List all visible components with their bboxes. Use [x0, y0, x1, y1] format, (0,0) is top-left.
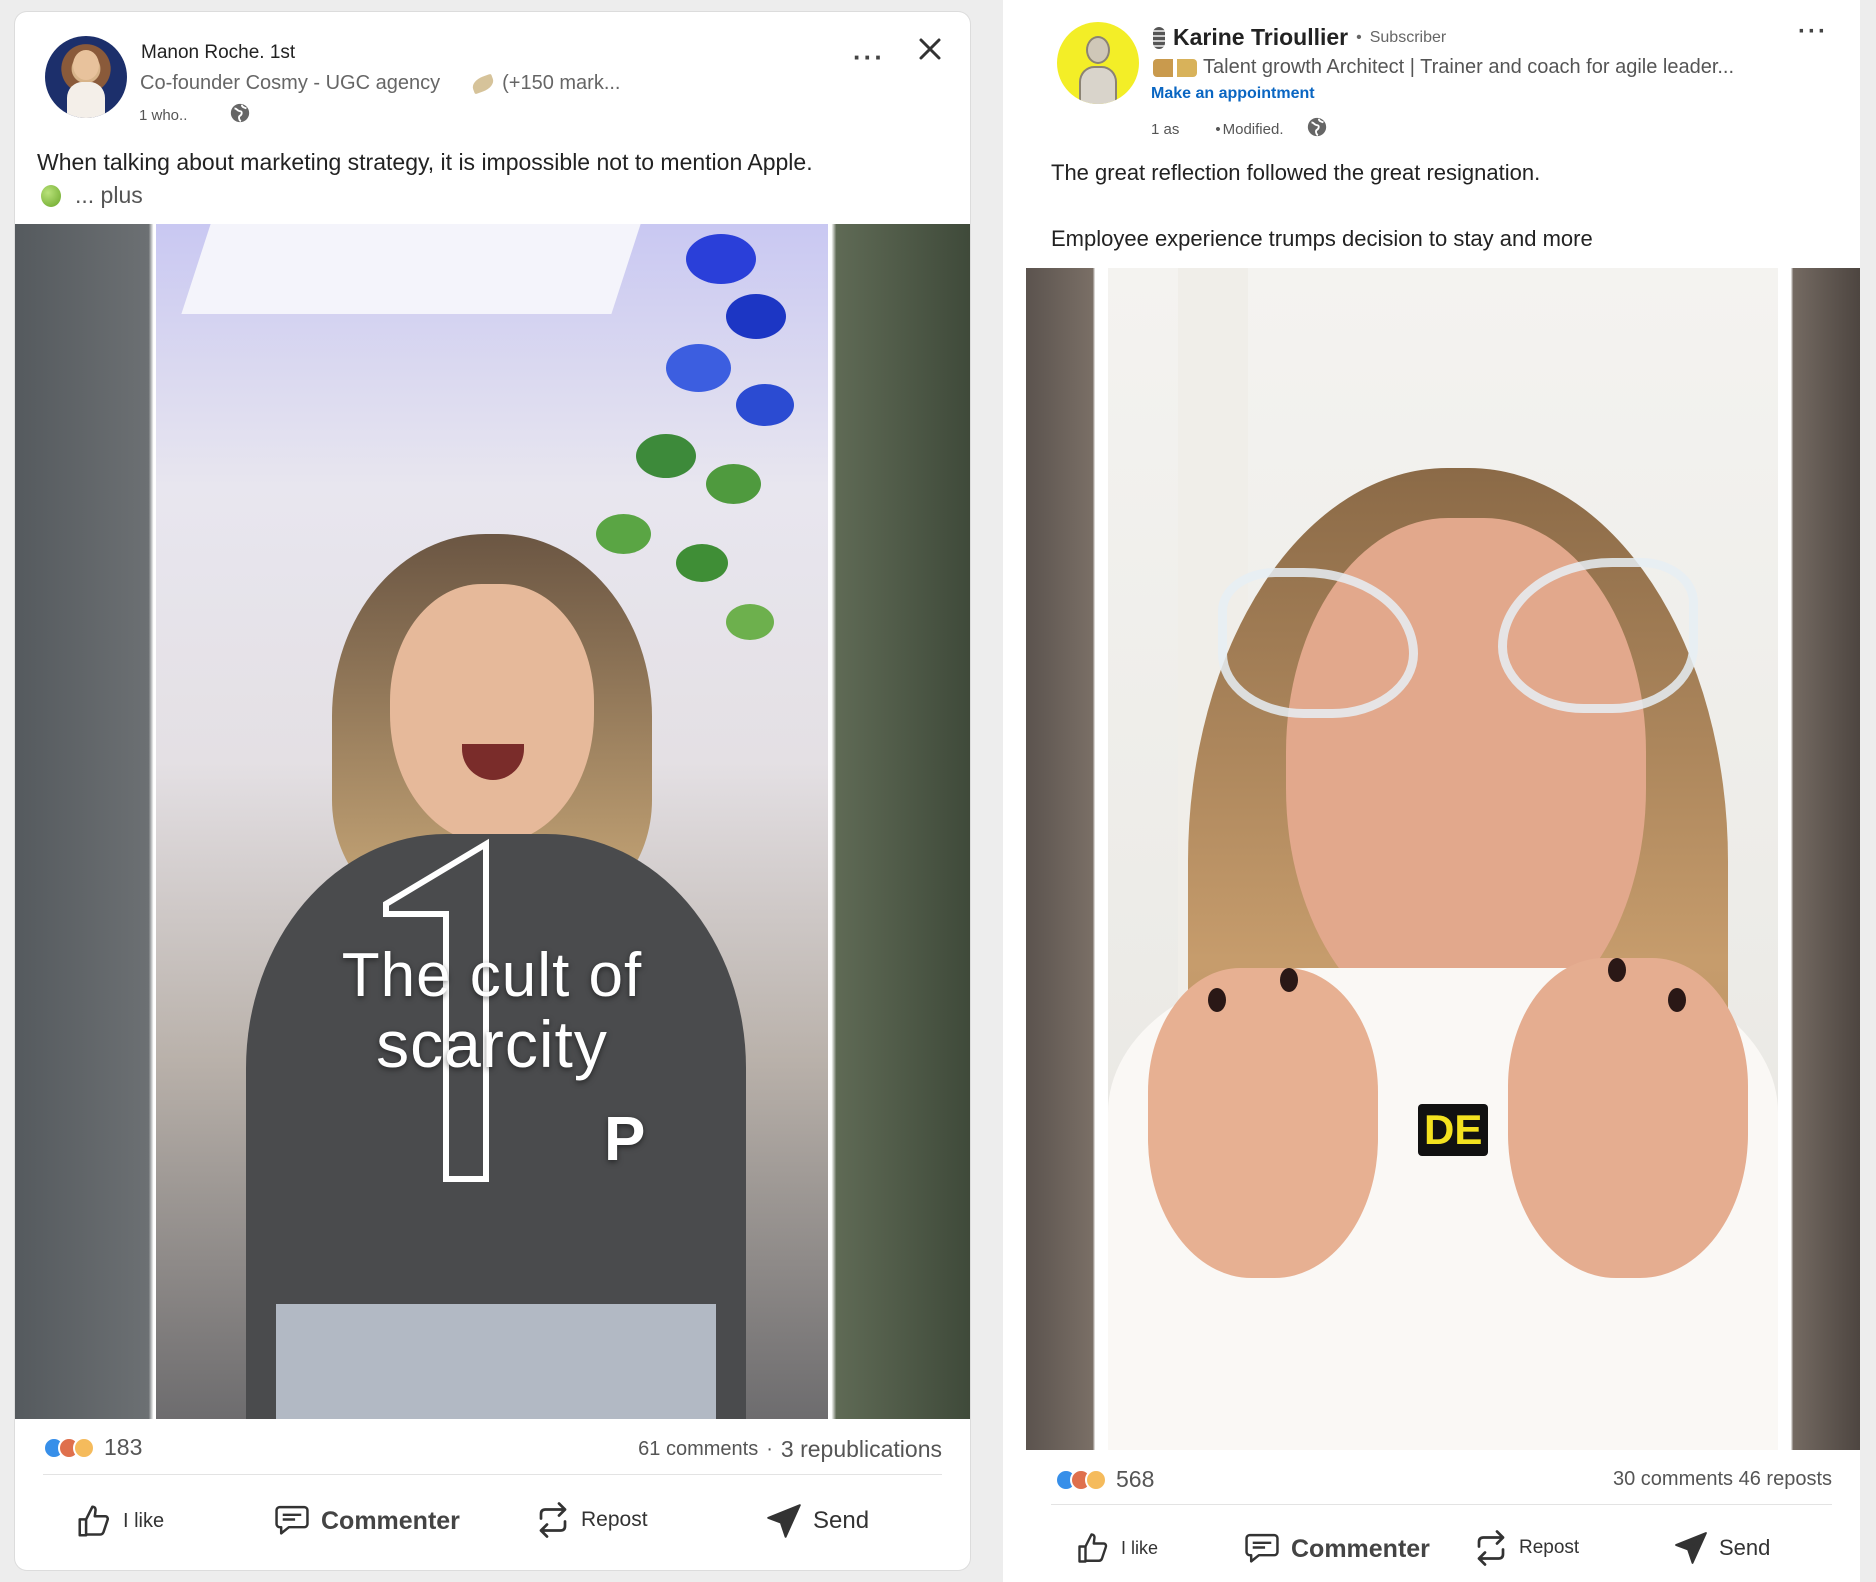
reaction-summary[interactable]: 183	[43, 1434, 142, 1461]
repost-button[interactable]: Repost	[1473, 1528, 1579, 1568]
video-overlay-line1: The cult of	[341, 941, 643, 1010]
repost-icon	[1477, 1530, 1505, 1566]
comment-icon	[1245, 1533, 1279, 1563]
comment-label: Commenter	[321, 1506, 460, 1535]
like-button[interactable]: I like	[1075, 1530, 1158, 1566]
comment-icon	[275, 1505, 309, 1535]
post-text: When talking about marketing strategy, i…	[37, 149, 813, 175]
thumbs-up-icon	[1078, 1533, 1108, 1563]
send-icon	[767, 1504, 801, 1538]
post-card-manon-roche: Manon Roche. 1st Co-founder Cosmy - UGC …	[15, 12, 970, 1570]
like-label: I like	[123, 1509, 165, 1532]
reaction-summary[interactable]: 568	[1055, 1466, 1154, 1493]
globe-icon	[1306, 116, 1328, 142]
author-avatar[interactable]	[45, 36, 127, 118]
video-overlay-letter: P	[604, 1105, 646, 1174]
video-overlay-line2: scarcity	[376, 1007, 608, 1081]
comment-button[interactable]: Commenter	[1243, 1532, 1430, 1566]
nail-1	[1208, 988, 1226, 1012]
modified-label: Modified.	[1222, 120, 1284, 138]
repost-label: Repost	[1519, 1537, 1580, 1558]
video-frame: DE	[1108, 268, 1778, 1450]
nail-2	[1280, 968, 1298, 992]
engagement-counts: 61 comments · 3 republications	[638, 1436, 942, 1463]
post-card-karine-trioullier: Karine Trioullier • Subscriber Talent gr…	[1003, 0, 1860, 1582]
author-name[interactable]: Karine Trioullier	[1173, 24, 1348, 51]
post-text-more[interactable]: ... plus	[41, 182, 143, 209]
send-label: Send	[1719, 1535, 1771, 1560]
insight-reaction-icon	[1085, 1468, 1107, 1491]
post-video[interactable]: DE	[1026, 268, 1860, 1450]
close-icon[interactable]	[915, 34, 945, 69]
stats-divider	[1051, 1504, 1832, 1505]
thumbs-up-icon	[78, 1505, 110, 1537]
comments-count[interactable]: 61 comments	[638, 1438, 758, 1461]
more-options-icon[interactable]: ···	[1798, 18, 1828, 46]
person-face	[390, 584, 594, 844]
repost-label: Repost	[581, 1508, 648, 1531]
send-button[interactable]: Send	[765, 1502, 869, 1540]
microphone-emoji-icon	[1153, 26, 1165, 49]
ceiling-shape	[181, 224, 641, 314]
apple-emoji-icon	[41, 184, 61, 207]
comment-label: Commenter	[1291, 1534, 1430, 1563]
post-time: 1 as	[1151, 120, 1180, 138]
post-time: 1 who..	[139, 102, 251, 128]
stats-divider	[43, 1474, 942, 1475]
author-avatar[interactable]	[1057, 22, 1139, 104]
right-hand	[1508, 958, 1748, 1278]
repost-button[interactable]: Repost	[535, 1500, 648, 1540]
animal-emoji-icon	[1153, 58, 1197, 77]
video-frame: The cult of scarcity P	[156, 224, 828, 1419]
headline-text: Co-founder Cosmy - UGC agency	[140, 72, 441, 94]
reaction-count[interactable]: 568	[1116, 1466, 1154, 1493]
nail-4	[1668, 988, 1686, 1012]
send-label: Send	[813, 1507, 870, 1534]
more-options-icon[interactable]: ···	[853, 42, 885, 73]
reaction-count[interactable]: 183	[104, 1434, 142, 1461]
repost-icon	[539, 1502, 567, 1538]
author-name-row: Karine Trioullier • Subscriber	[1153, 24, 1446, 51]
left-hand	[1148, 968, 1378, 1278]
author-headline-row: Talent growth Architect | Trainer and co…	[1153, 56, 1734, 79]
person-jeans	[276, 1304, 716, 1419]
headline-extra: (+150 mark...	[470, 72, 621, 95]
post-video[interactable]: The cult of scarcity P	[15, 224, 970, 1419]
author-headline: Co-founder Cosmy - UGC agency (+150 mark…	[140, 72, 621, 95]
post-text-line2: Employee experience trumps decision to s…	[1051, 226, 1593, 251]
author-name[interactable]: Manon Roche. 1st	[141, 42, 295, 64]
like-button[interactable]: I like	[75, 1502, 164, 1540]
insight-reaction-icon	[73, 1436, 95, 1459]
video-subtitle: DE	[1418, 1104, 1489, 1156]
globe-icon	[229, 102, 251, 128]
republications-count[interactable]: 3 republications	[781, 1436, 942, 1463]
send-button[interactable]: Send	[1673, 1530, 1770, 1566]
post-text-line1: The great reflection followed the great …	[1051, 160, 1541, 185]
appointment-link[interactable]: Make an appointment	[1151, 85, 1315, 103]
like-label: I like	[1121, 1537, 1159, 1558]
feather-emoji-icon	[470, 73, 496, 94]
comment-button[interactable]: Commenter	[273, 1504, 460, 1538]
post-meta: 1 as • Modified.	[1151, 116, 1328, 142]
author-headline: Talent growth Architect | Trainer and co…	[1203, 56, 1735, 78]
comments-reposts-count[interactable]: 30 comments 46 reposts	[1613, 1468, 1832, 1491]
send-icon	[1675, 1532, 1707, 1564]
subscriber-badge: Subscriber	[1369, 28, 1447, 46]
nail-3	[1608, 958, 1626, 982]
